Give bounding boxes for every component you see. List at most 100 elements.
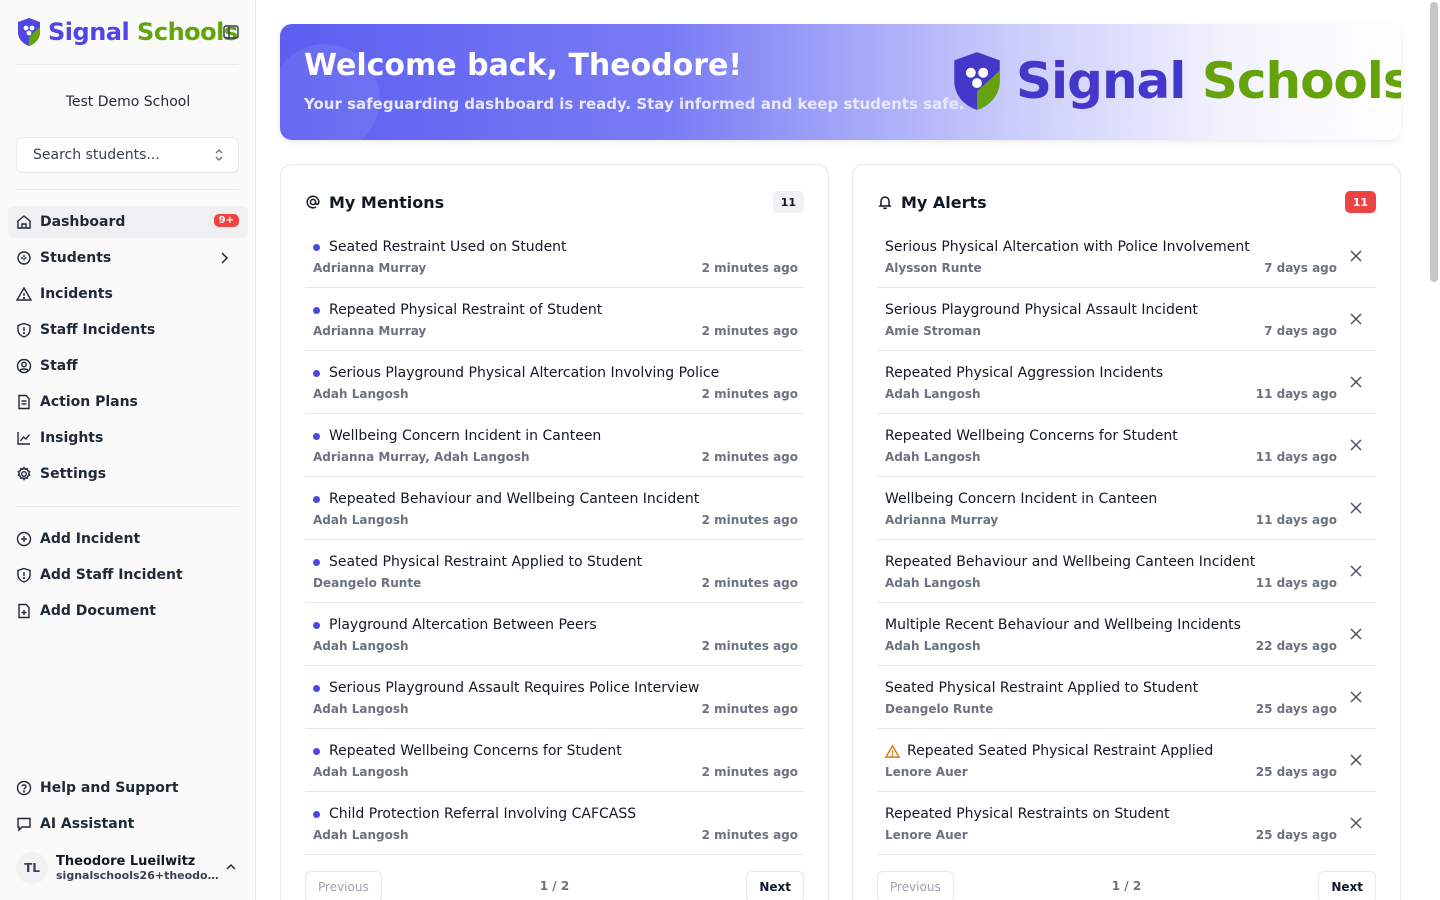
quick-actions: Add Incident Add Staff Incident Add Docu…	[8, 523, 248, 631]
list-item-time: 2 minutes ago	[701, 261, 798, 275]
dismiss-alert-icon[interactable]	[1349, 690, 1363, 704]
next-page-button[interactable]: Next	[746, 871, 804, 900]
list-item[interactable]: Serious Physical Altercation with Police…	[877, 225, 1376, 288]
list-item[interactable]: Child Protection Referral Involving CAFC…	[305, 792, 804, 855]
dismiss-alert-icon[interactable]	[1349, 375, 1363, 389]
help-and-support-link[interactable]: Help and Support	[8, 772, 248, 804]
title-text: Repeated Seated Physical Restraint Appli…	[907, 743, 1214, 759]
nav-action-plans[interactable]: Action Plans	[8, 386, 248, 418]
list-item[interactable]: Seated Physical Restraint Applied to Stu…	[877, 666, 1376, 729]
add-incident-button[interactable]: Add Incident	[8, 523, 248, 555]
title-text: Repeated Wellbeing Concerns for Student	[329, 743, 622, 759]
title-text: Repeated Behaviour and Wellbeing Canteen…	[329, 491, 700, 507]
chart-icon	[17, 432, 31, 445]
list-item[interactable]: Repeated Behaviour and Wellbeing Canteen…	[305, 477, 804, 540]
list-item-people: Adrianna Murray, Adah Langosh	[313, 450, 530, 464]
list-item[interactable]: Repeated Physical Restraint of Student Ad…	[305, 288, 804, 351]
dismiss-alert-icon[interactable]	[1349, 753, 1363, 767]
list-item[interactable]: Seated Restraint Used on Student Adrianna…	[305, 225, 804, 288]
user-menu[interactable]: TL Theodore Lueilwitz signalschools26+th…	[16, 846, 244, 890]
dismiss-alert-icon[interactable]	[1349, 312, 1363, 326]
list-item[interactable]: Wellbeing Concern Incident in Canteen Adr…	[877, 477, 1376, 540]
list-item-time: 2 minutes ago	[701, 387, 798, 401]
list-item[interactable]: Seated Physical Restraint Applied to Stu…	[305, 540, 804, 603]
nav-incidents[interactable]: Incidents	[8, 278, 248, 310]
plus-circle-icon	[16, 531, 32, 547]
dismiss-alert-icon[interactable]	[1349, 816, 1363, 830]
nav-students[interactable]: Students	[8, 242, 248, 274]
sidebar-toggle-icon[interactable]	[222, 23, 240, 41]
list-item-title: Repeated Behaviour and Wellbeing Canteen…	[313, 491, 699, 507]
nav-insights[interactable]: Insights	[8, 422, 248, 454]
my-alerts-card: My Alerts 11 Serious Physical Altercatio…	[852, 164, 1401, 900]
brand-name-part1: Signal	[1016, 52, 1186, 110]
list-item-time: 11 days ago	[1255, 450, 1337, 464]
at-sign-icon	[306, 195, 320, 209]
nav-label: Help and Support	[40, 780, 179, 796]
brand-name-part1: Signal	[48, 18, 130, 46]
dismiss-alert-icon[interactable]	[1349, 564, 1363, 578]
list-item-people: Adrianna Murray	[313, 324, 427, 338]
list-item[interactable]: Repeated Physical Restraints on Student L…	[877, 792, 1376, 855]
list-item-title: Serious Playground Assault Requires Poli…	[313, 680, 699, 696]
chevron-up-down-icon	[215, 149, 223, 161]
nav-settings[interactable]: Settings	[8, 458, 248, 490]
nav-label: Incidents	[40, 286, 113, 302]
user-name: Theodore Lueilwitz	[56, 854, 196, 869]
nav-label: Students	[40, 250, 112, 266]
nav-staff[interactable]: Staff	[8, 350, 248, 382]
title-text: Playground Altercation Between Peers	[329, 617, 597, 633]
title-text: Seated Physical Restraint Applied to Stu…	[329, 554, 643, 570]
list-item[interactable]: Wellbeing Concern Incident in Canteen Adr…	[305, 414, 804, 477]
list-item[interactable]: Multiple Recent Behaviour and Wellbeing …	[877, 603, 1376, 666]
list-item[interactable]: Serious Playground Assault Requires Poli…	[305, 666, 804, 729]
mentions-list: Seated Restraint Used on Student Adrianna…	[305, 225, 804, 855]
list-item[interactable]: Repeated Behaviour and Wellbeing Canteen…	[877, 540, 1376, 603]
list-item[interactable]: Playground Altercation Between Peers Adah…	[305, 603, 804, 666]
list-item[interactable]: Serious Playground Physical Altercation …	[305, 351, 804, 414]
brand-logo[interactable]: Signal Schools	[16, 14, 244, 50]
dismiss-alert-icon[interactable]	[1349, 501, 1363, 515]
list-item[interactable]: Repeated Wellbeing Concerns for Student A…	[305, 729, 804, 792]
nav-staff-incidents[interactable]: Staff Incidents	[8, 314, 248, 346]
nav-label: AI Assistant	[40, 816, 135, 832]
list-item-title: Repeated Wellbeing Concerns for Student	[885, 428, 1178, 444]
dismiss-alert-icon[interactable]	[1349, 627, 1363, 641]
alerts-list: Serious Physical Altercation with Police…	[877, 225, 1376, 855]
mentions-pagination: Previous 1 / 2 Next	[305, 871, 804, 900]
dismiss-alert-icon[interactable]	[1349, 249, 1363, 263]
ai-assistant-link[interactable]: AI Assistant	[8, 808, 248, 840]
list-item-time: 25 days ago	[1255, 828, 1337, 842]
chat-icon	[17, 817, 31, 832]
list-item[interactable]: Repeated Physical Aggression Incidents Ad…	[877, 351, 1376, 414]
main-nav: Dashboard 9+ Students Incidents Staff In…	[8, 206, 248, 494]
list-item-people: Alysson Runte	[885, 261, 982, 275]
action-label: Add Incident	[40, 531, 141, 547]
nav-dashboard[interactable]: Dashboard 9+	[8, 206, 248, 238]
search-students-input[interactable]: Search students...	[16, 137, 239, 173]
dismiss-alert-icon[interactable]	[1349, 438, 1363, 452]
add-document-button[interactable]: Add Document	[8, 595, 248, 627]
unread-dot	[313, 747, 320, 755]
footer-nav: Help and Support AI Assistant	[8, 772, 248, 844]
list-item-time: 25 days ago	[1255, 765, 1337, 779]
list-item[interactable]: Serious Playground Physical Assault Inci…	[877, 288, 1376, 351]
list-item[interactable]: Repeated Wellbeing Concerns for Student A…	[877, 414, 1376, 477]
next-page-button[interactable]: Next	[1318, 871, 1376, 900]
list-item[interactable]: Repeated Seated Physical Restraint Appli…	[877, 729, 1376, 792]
list-item-people: Adah Langosh	[313, 639, 409, 653]
list-item-people: Adrianna Murray	[313, 261, 427, 275]
list-item-people: Adah Langosh	[313, 513, 409, 527]
action-label: Add Staff Incident	[40, 567, 183, 583]
title-text: Child Protection Referral Involving CAFC…	[329, 806, 637, 822]
add-staff-incident-button[interactable]: Add Staff Incident	[8, 559, 248, 591]
list-item-people: Amie Stroman	[885, 324, 981, 338]
unread-dot	[313, 369, 320, 377]
gear-icon	[17, 466, 31, 481]
nav-label: Staff	[40, 358, 78, 374]
page-scrollbar[interactable]	[1430, 2, 1438, 282]
my-mentions-card: My Mentions 11 Seated Restraint Used on …	[280, 164, 829, 900]
home-icon	[17, 215, 31, 229]
user-circle-icon	[16, 358, 32, 374]
list-item-title: Repeated Physical Restraint of Student	[313, 302, 602, 318]
